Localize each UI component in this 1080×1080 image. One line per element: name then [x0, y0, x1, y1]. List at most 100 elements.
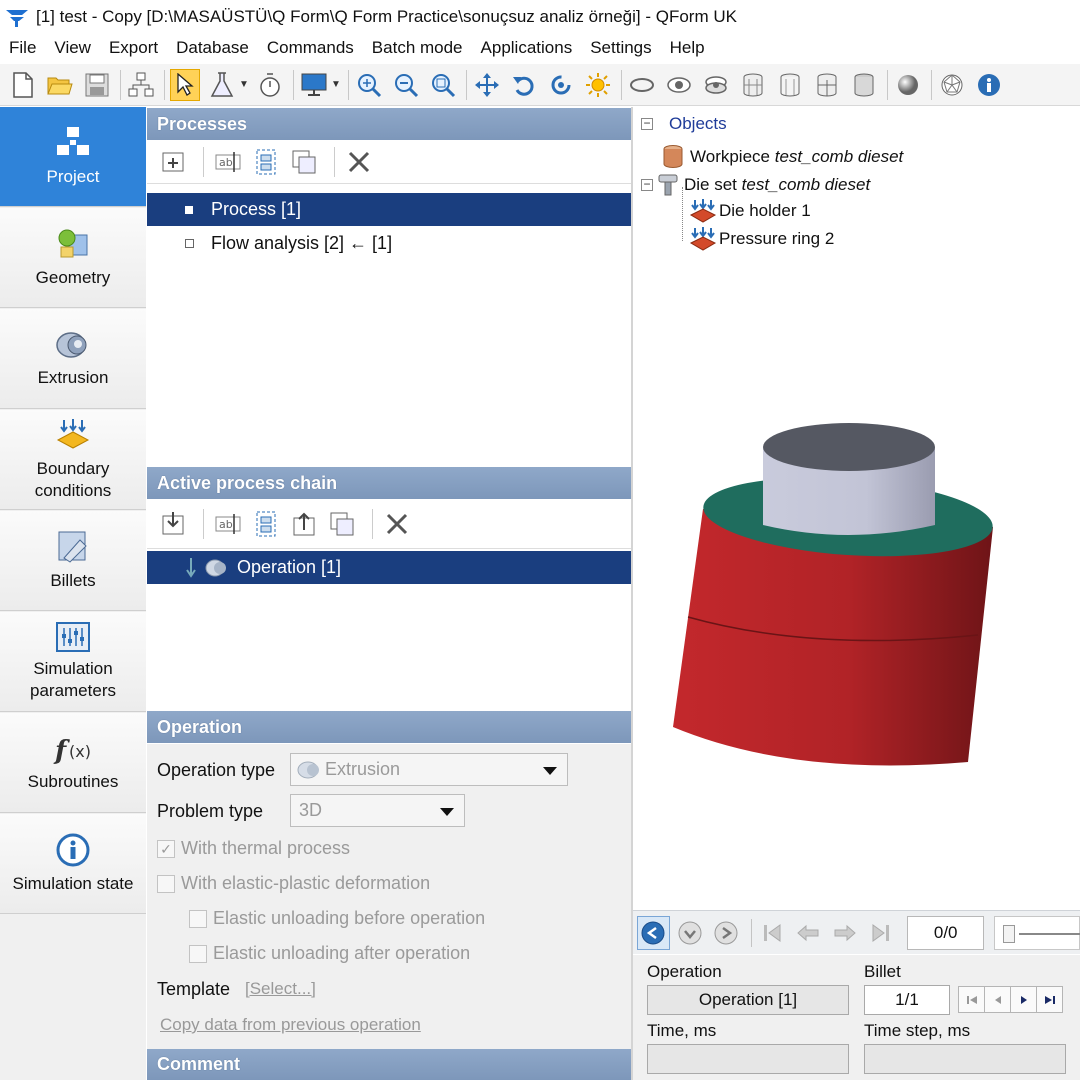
menu-applications[interactable]: Applications: [472, 35, 582, 61]
template-select-link[interactable]: [Select...]: [245, 979, 316, 999]
timeline-slider[interactable]: [993, 915, 1080, 950]
step-counter-field[interactable]: 0/0: [907, 915, 984, 950]
process-list-item[interactable]: Flow analysis [2] ← [1]: [147, 227, 631, 260]
workpiece-label: Workpiece: [690, 147, 770, 166]
sidebar-item-boundary-conditions[interactable]: Boundary conditions: [0, 410, 146, 510]
next-billet-icon[interactable]: [1010, 986, 1037, 1013]
zoom-fit-icon[interactable]: [354, 69, 384, 101]
zoom-out-icon[interactable]: [391, 69, 421, 101]
rename-icon[interactable]: ab: [212, 146, 244, 178]
thermal-process-checkbox[interactable]: ✓ With thermal process: [157, 838, 350, 859]
process-list-item[interactable]: Process [1]: [147, 193, 631, 226]
flask-icon[interactable]: [207, 69, 237, 101]
sidebar-item-geometry[interactable]: Geometry: [0, 208, 146, 308]
cylinder-mesh-icon[interactable]: [738, 69, 768, 101]
info-billet-field[interactable]: 1/1: [864, 985, 950, 1015]
operation-type-select[interactable]: Extrusion: [290, 753, 568, 786]
sidebar-item-subroutines[interactable]: f (x) Subroutines: [0, 713, 146, 813]
menu-export[interactable]: Export: [100, 35, 167, 61]
chain-list-item[interactable]: Operation [1]: [147, 551, 631, 584]
chain-list-area: [147, 585, 631, 710]
tree-item-die-set[interactable]: − Die set test_comb dieset: [641, 173, 870, 197]
ring-view-icon[interactable]: [627, 69, 657, 101]
last-billet-icon[interactable]: [1036, 986, 1063, 1013]
tree-item-die-holder[interactable]: Die holder 1: [689, 198, 811, 224]
pointer-icon[interactable]: [170, 68, 200, 101]
back-circle-icon[interactable]: [637, 915, 670, 950]
forward-circle-icon[interactable]: [710, 916, 742, 950]
sidebar-item-simulation-state[interactable]: Simulation state: [0, 814, 146, 914]
light-icon[interactable]: [583, 69, 613, 101]
menu-settings[interactable]: Settings: [581, 35, 660, 61]
first-frame-icon[interactable]: [756, 916, 788, 950]
workpiece-icon: [663, 145, 683, 168]
collapse-icon[interactable]: −: [641, 117, 653, 130]
slider-thumb[interactable]: [1002, 924, 1015, 943]
collapse-icon[interactable]: −: [641, 178, 653, 191]
svg-text:(x): (x): [69, 742, 91, 761]
rotate-icon[interactable]: [546, 69, 576, 101]
menu-file[interactable]: File: [0, 35, 45, 61]
open-folder-icon[interactable]: [45, 69, 75, 101]
tree-item-workpiece[interactable]: Workpiece test_comb dieset: [661, 144, 903, 170]
info-time-field: [647, 1044, 849, 1074]
eye-layers-icon[interactable]: [701, 69, 731, 101]
last-frame-icon[interactable]: [865, 916, 897, 950]
pan-icon[interactable]: [472, 69, 502, 101]
unload-after-checkbox[interactable]: Elastic unloading after operation: [189, 943, 470, 964]
problem-type-value: 3D: [299, 800, 323, 820]
prev-frame-icon[interactable]: [792, 916, 824, 950]
sphere-icon[interactable]: [893, 69, 923, 101]
copy-operation-icon[interactable]: [250, 508, 282, 540]
menu-view[interactable]: View: [45, 35, 100, 61]
viewport-3d[interactable]: − Objects Workpiece test_comb dieset − D…: [633, 107, 1080, 910]
objects-tree-root[interactable]: − Objects: [641, 114, 727, 134]
sidebar-item-simulation-parameters[interactable]: Simulation parameters: [0, 612, 146, 712]
problem-type-select[interactable]: 3D: [290, 794, 465, 827]
insert-operation-icon[interactable]: [157, 508, 189, 540]
sidebar-item-project[interactable]: Project: [0, 107, 146, 207]
zoom-window-icon[interactable]: [428, 69, 458, 101]
delete-icon[interactable]: [381, 508, 413, 540]
3d-model-render: [673, 423, 993, 766]
next-frame-icon[interactable]: [828, 916, 860, 950]
cylinder-solid-icon[interactable]: [849, 69, 879, 101]
dropdown-arrow-icon[interactable]: ▼: [331, 79, 341, 90]
save-icon[interactable]: [82, 69, 112, 101]
down-circle-icon[interactable]: [674, 916, 706, 950]
menu-commands[interactable]: Commands: [258, 35, 363, 61]
tree-item-pressure-ring[interactable]: Pressure ring 2: [689, 226, 834, 252]
add-process-icon[interactable]: [157, 146, 189, 178]
move-up-icon[interactable]: [288, 508, 320, 540]
prev-billet-icon[interactable]: [984, 986, 1011, 1013]
sidebar-item-billets[interactable]: Billets: [0, 511, 146, 611]
elastic-plastic-checkbox[interactable]: With elastic-plastic deformation: [157, 873, 430, 894]
dropdown-arrow-icon[interactable]: ▼: [239, 79, 249, 90]
cylinder-icon[interactable]: [775, 69, 805, 101]
hierarchy-icon[interactable]: [126, 69, 156, 101]
stopwatch-icon[interactable]: [255, 69, 285, 101]
duplicate-icon[interactable]: [326, 508, 358, 540]
duplicate-icon[interactable]: [288, 146, 320, 178]
sidebar-item-label: Project: [46, 166, 100, 186]
info-operation-field[interactable]: Operation [1]: [647, 985, 849, 1015]
monitor-icon[interactable]: [299, 69, 329, 101]
mesh-sphere-icon[interactable]: [937, 69, 967, 101]
toolbar-separator: [164, 69, 165, 100]
delete-icon[interactable]: [343, 146, 375, 178]
sidebar-item-extrusion[interactable]: Extrusion: [0, 309, 146, 409]
copy-process-icon[interactable]: [250, 146, 282, 178]
unload-before-checkbox[interactable]: Elastic unloading before operation: [189, 908, 485, 929]
process-node-icon: [185, 239, 194, 248]
menu-database[interactable]: Database: [167, 35, 258, 61]
rename-icon[interactable]: ab: [212, 508, 244, 540]
menu-help[interactable]: Help: [661, 35, 714, 61]
menu-batch-mode[interactable]: Batch mode: [363, 35, 472, 61]
new-file-icon[interactable]: [8, 69, 38, 101]
eye-icon[interactable]: [664, 69, 694, 101]
undo-rotate-icon[interactable]: [509, 69, 539, 101]
copy-data-link[interactable]: Copy data from previous operation: [160, 1015, 421, 1035]
cylinder-section-icon[interactable]: [812, 69, 842, 101]
info-icon[interactable]: [974, 69, 1004, 101]
first-billet-icon[interactable]: [958, 986, 985, 1013]
